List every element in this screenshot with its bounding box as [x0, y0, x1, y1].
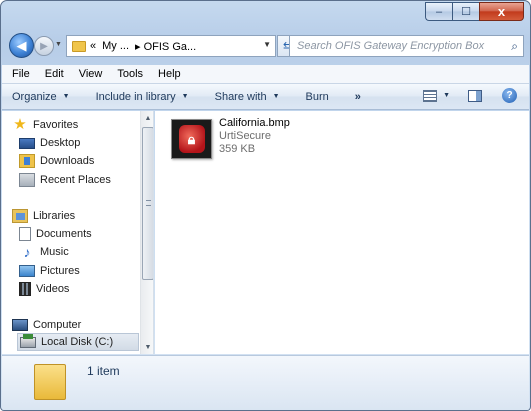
- breadcrumb-overflow[interactable]: «: [90, 40, 96, 52]
- sidebar-item-recent-places[interactable]: Recent Places: [19, 171, 153, 189]
- lock-icon: 🔒︎: [178, 125, 205, 153]
- include-in-library-button[interactable]: Include in library ▼: [96, 91, 189, 103]
- chevron-down-icon: ▼: [272, 93, 280, 100]
- sidebar-item-label: Videos: [36, 283, 70, 295]
- menu-view[interactable]: View: [79, 68, 103, 80]
- sidebar-item-label: Documents: [36, 228, 92, 240]
- chevron-down-icon: ▼: [181, 93, 189, 100]
- explorer-window: ‒ ☐ x ◀ ▶ ▼ « My ... ▸ OFIS Ga... ▼ ⇆ Se…: [0, 0, 531, 411]
- organize-button[interactable]: Organize ▼: [12, 91, 70, 103]
- share-with-button[interactable]: Share with ▼: [215, 91, 280, 103]
- file-size: 359 KB: [219, 143, 256, 155]
- back-arrow-icon: ◀: [16, 37, 27, 53]
- include-in-library-label: Include in library: [95, 90, 176, 103]
- pictures-icon: [19, 265, 35, 277]
- file-item[interactable]: 🔒︎ California.bmp UrtiSecure 359 KB: [171, 117, 321, 165]
- scrollbar-thumb[interactable]: [142, 127, 153, 280]
- sidebar-item-pictures[interactable]: Pictures: [19, 262, 153, 280]
- sidebar-item-music[interactable]: ♪ Music: [19, 243, 153, 261]
- burn-button[interactable]: Burn: [306, 91, 329, 103]
- preview-pane-icon[interactable]: [468, 89, 482, 102]
- file-type: UrtiSecure: [219, 130, 271, 142]
- sidebar-item-label: Music: [40, 246, 69, 258]
- details-pane: 1 item: [2, 355, 529, 410]
- sidebar-item-label: Pictures: [40, 265, 80, 277]
- recent-pages-dropdown[interactable]: ▼: [55, 41, 62, 48]
- menu-bar: File Edit View Tools Help: [2, 65, 529, 84]
- file-thumbnail: 🔒︎: [171, 119, 212, 159]
- search-placeholder: Search OFIS Gateway Encryption Box: [297, 40, 485, 52]
- downloads-icon: [19, 154, 35, 168]
- sidebar-item-label: Favorites: [33, 119, 79, 131]
- close-button[interactable]: x: [479, 2, 524, 21]
- breadcrumb-my[interactable]: My ...: [102, 40, 129, 52]
- caption-buttons: ‒ ☐ x: [425, 2, 524, 21]
- command-bar-right: ▼ ?: [423, 88, 517, 103]
- search-icon[interactable]: ⌕: [511, 39, 518, 54]
- sidebar-item-favorites[interactable]: ★ Favorites: [12, 116, 150, 134]
- sidebar-item-computer[interactable]: Computer: [12, 316, 150, 334]
- videos-icon: [19, 282, 31, 296]
- command-bar: Organize ▼ Include in library ▼ Share with…: [2, 84, 529, 110]
- navigation-row: ◀ ▶ ▼ « My ... ▸ OFIS Ga... ▼ ⇆ Search O…: [9, 33, 524, 59]
- sidebar-item-documents[interactable]: Documents: [19, 225, 153, 243]
- file-list: 🔒︎ California.bmp UrtiSecure 359 KB: [155, 111, 529, 354]
- sidebar-item-label: Local Disk (C:): [41, 336, 114, 348]
- computer-icon: [12, 319, 28, 331]
- share-with-label: Share with: [214, 90, 267, 103]
- sidebar-item-videos[interactable]: Videos: [19, 280, 153, 298]
- sidebar-item-desktop[interactable]: Desktop: [19, 134, 153, 152]
- menu-tools[interactable]: Tools: [117, 68, 143, 80]
- sidebar-item-label: Computer: [33, 319, 82, 331]
- item-count: 1 item: [87, 364, 120, 378]
- menu-help[interactable]: Help: [158, 68, 181, 80]
- star-icon: ★: [13, 116, 27, 133]
- libraries-icon: [12, 209, 28, 223]
- chevron-down-icon[interactable]: ▼: [263, 40, 271, 49]
- sidebar-item-label: Desktop: [40, 137, 81, 149]
- folder-icon: [72, 40, 86, 52]
- file-name: California.bmp: [219, 117, 290, 129]
- folder-icon: [34, 364, 66, 400]
- sidebar-item-label: Libraries: [33, 210, 76, 222]
- sidebar-item-local-disk[interactable]: Local Disk (C:): [17, 333, 139, 351]
- forward-button[interactable]: ▶: [34, 36, 54, 56]
- desktop-icon: [19, 137, 35, 149]
- recent-places-icon: [19, 173, 35, 187]
- title-bar[interactable]: ‒ ☐ x: [1, 1, 530, 29]
- scroll-up-icon[interactable]: ▲: [141, 111, 153, 125]
- hard-disk-icon: [20, 333, 36, 348]
- sidebar-item-label: Recent Places: [40, 174, 111, 186]
- scroll-down-icon[interactable]: ▼: [141, 340, 153, 354]
- view-options-dropdown[interactable]: ▼: [443, 92, 450, 99]
- back-button[interactable]: ◀: [9, 33, 34, 58]
- help-icon[interactable]: ?: [502, 88, 517, 103]
- music-icon: ♪: [23, 244, 31, 260]
- chevron-down-icon: ▼: [62, 93, 70, 100]
- navigation-scrollbar[interactable]: ▲ ▼: [140, 111, 153, 354]
- forward-arrow-icon: ▶: [40, 40, 48, 52]
- organize-label: Organize: [12, 90, 57, 103]
- breadcrumb-ofis[interactable]: ▸ OFIS Ga...: [135, 40, 196, 53]
- maximize-button[interactable]: ☐: [452, 2, 479, 21]
- documents-icon: [19, 227, 31, 241]
- sidebar-item-label: Downloads: [40, 155, 95, 167]
- menu-file[interactable]: File: [12, 68, 30, 80]
- menu-edit[interactable]: Edit: [45, 68, 64, 80]
- sidebar-item-downloads[interactable]: Downloads: [19, 152, 153, 170]
- change-view-icon[interactable]: [423, 89, 438, 102]
- navigation-pane: ★ Favorites Desktop Downloads Recent Pla…: [2, 111, 154, 354]
- more-commands-button[interactable]: »: [355, 91, 361, 103]
- address-bar[interactable]: « My ... ▸ OFIS Ga... ▼: [66, 35, 276, 57]
- minimize-button[interactable]: ‒: [425, 2, 452, 21]
- sidebar-item-libraries[interactable]: Libraries: [12, 207, 150, 225]
- search-input[interactable]: Search OFIS Gateway Encryption Box ⌕: [289, 35, 524, 57]
- burn-label: Burn: [305, 90, 329, 103]
- grip-icon: [146, 200, 151, 206]
